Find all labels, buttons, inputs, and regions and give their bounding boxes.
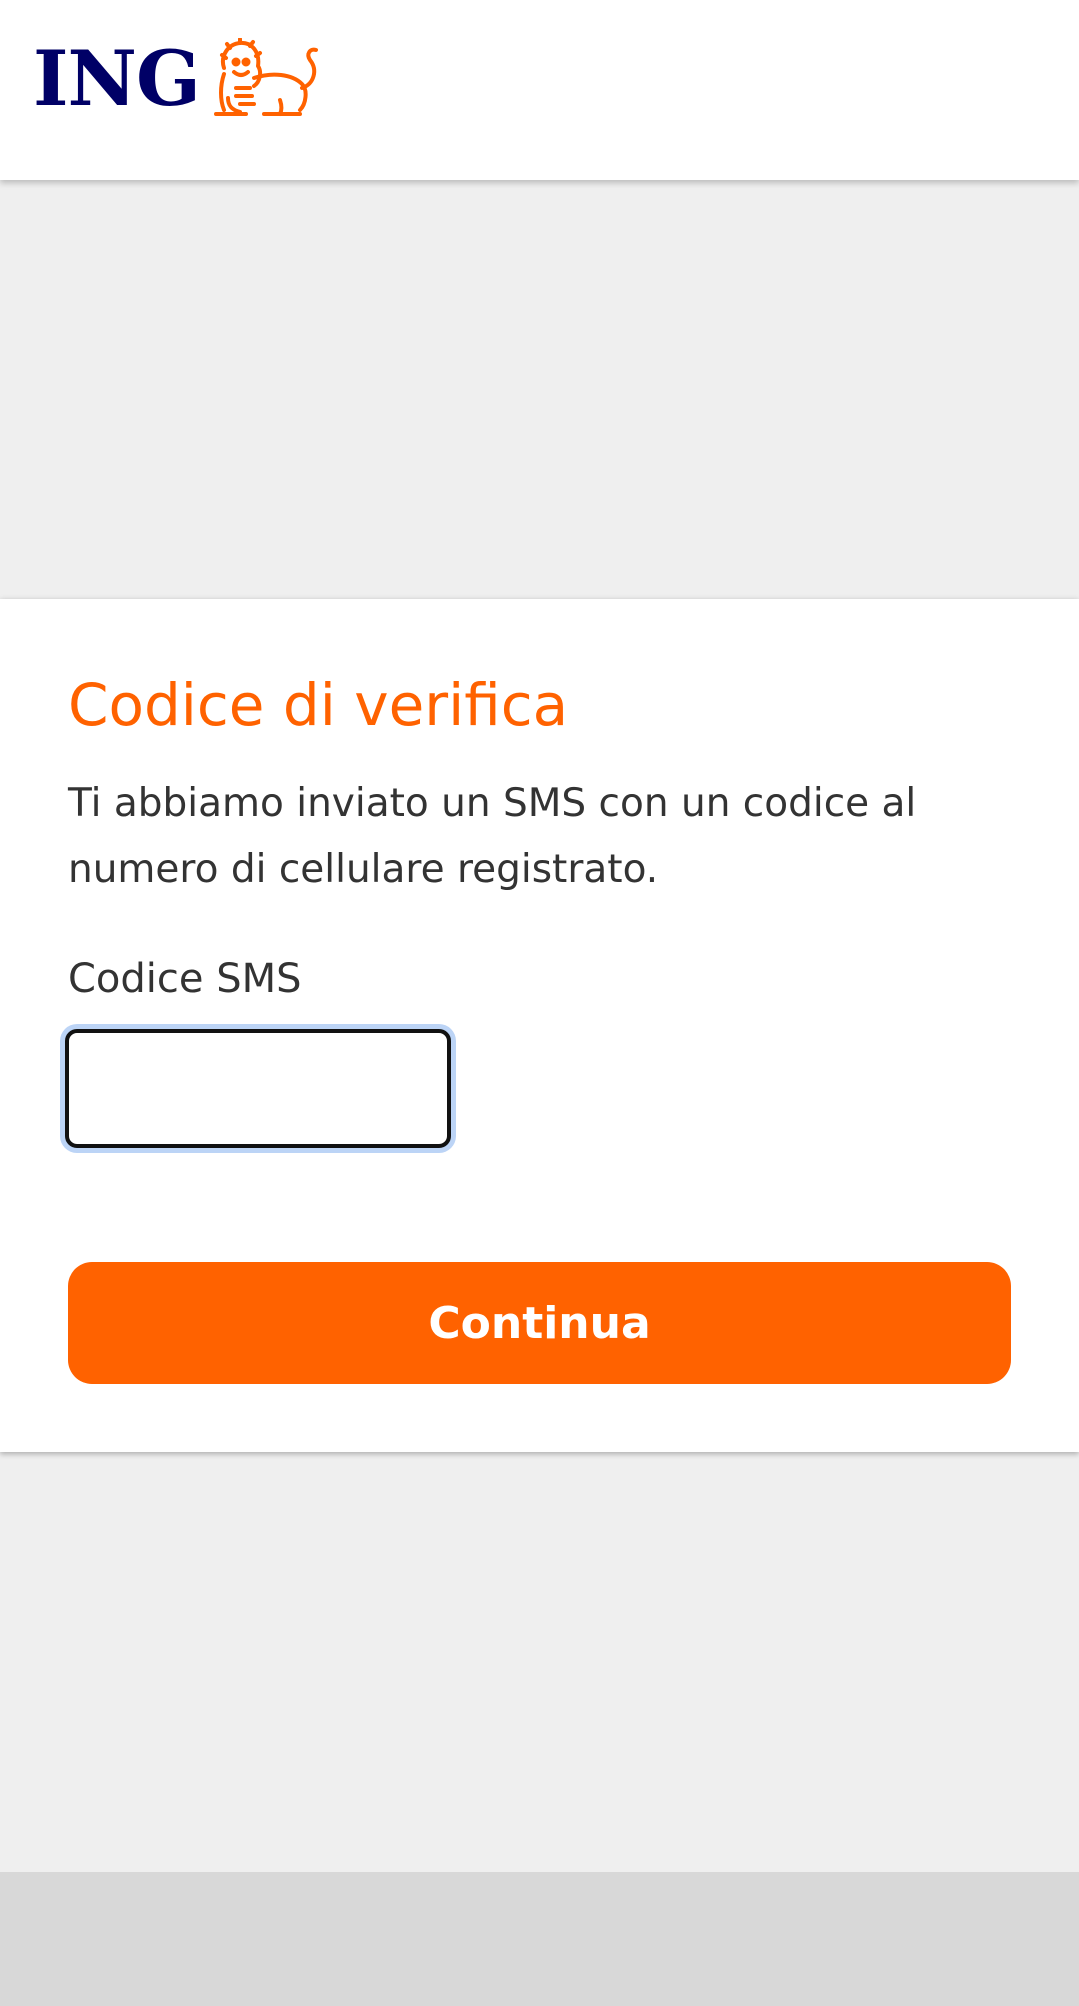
header: ING <box>0 0 1079 180</box>
page-title: Codice di verifica <box>68 671 569 739</box>
sms-code-input[interactable] <box>65 1029 451 1148</box>
ing-logo[interactable]: ING <box>33 38 330 120</box>
description-text: Ti abbiamo inviato un SMS con un codice … <box>68 781 917 892</box>
continue-button[interactable]: Continua <box>68 1262 1011 1384</box>
footer-bar <box>0 1872 1079 2006</box>
logo-text: ING <box>33 34 201 123</box>
sms-code-label: Codice SMS <box>68 956 302 1002</box>
lion-icon <box>213 38 318 116</box>
verification-card: Codice di verifica Ti abbiamo inviato un… <box>0 599 1079 1452</box>
